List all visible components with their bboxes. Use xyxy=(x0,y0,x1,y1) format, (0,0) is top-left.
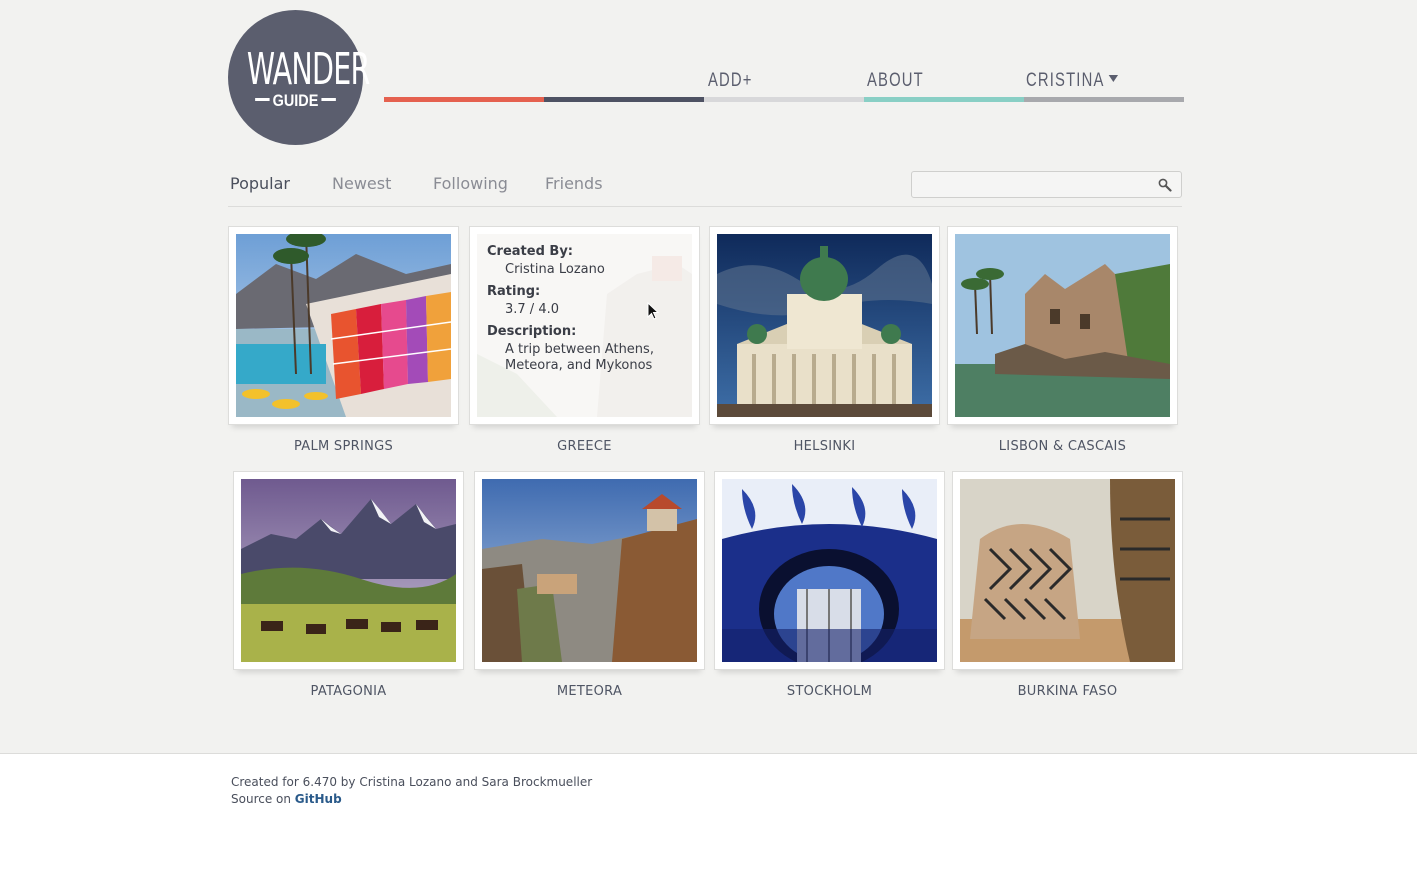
guide-image-meteora[interactable] xyxy=(482,479,697,662)
guide-card-stockholm[interactable]: STOCKHOLM xyxy=(714,471,945,699)
search-input[interactable] xyxy=(912,172,1152,197)
guide-title[interactable]: PATAGONIA xyxy=(233,684,464,699)
created-by-label: Created By: xyxy=(487,244,573,259)
search-box xyxy=(911,171,1182,198)
nav-stripe-5 xyxy=(1024,97,1184,102)
github-link[interactable]: GitHub xyxy=(295,792,342,806)
nav-user-label: CRISTINA xyxy=(1026,70,1105,91)
guide-image-greece[interactable]: Created By: Cristina Lozano Rating: 3.7 … xyxy=(477,234,692,417)
footer-credit: Created for 6.470 by Cristina Lozano and… xyxy=(231,775,593,789)
guide-image-burkina-faso[interactable] xyxy=(960,479,1175,662)
top-nav: ADD+ ABOUT CRISTINA xyxy=(384,60,1184,102)
guide-title[interactable]: BURKINA FASO xyxy=(952,684,1183,699)
guide-image-lisbon-cascais[interactable] xyxy=(955,234,1170,417)
description-label: Description: xyxy=(487,324,577,339)
logo[interactable]: WANDER GUIDE xyxy=(228,10,370,145)
nav-stripe-4 xyxy=(864,97,1024,102)
nav-stripe-2 xyxy=(544,97,704,102)
tab-following[interactable]: Following xyxy=(433,174,508,193)
guide-title[interactable]: HELSINKI xyxy=(709,439,940,454)
guide-image-palm-springs[interactable] xyxy=(236,234,451,417)
guide-title[interactable]: LISBON & CASCAIS xyxy=(947,439,1178,454)
tab-popular[interactable]: Popular xyxy=(230,174,290,193)
tab-newest[interactable]: Newest xyxy=(332,174,391,193)
tab-friends[interactable]: Friends xyxy=(545,174,603,193)
guide-image-helsinki[interactable] xyxy=(717,234,932,417)
created-by-value: Cristina Lozano xyxy=(505,262,605,277)
guide-card-burkina-faso[interactable]: BURKINA FASO xyxy=(952,471,1183,699)
guide-title[interactable]: PALM SPRINGS xyxy=(228,439,459,454)
nav-stripe-3 xyxy=(704,97,864,102)
nav-user-menu[interactable]: CRISTINA xyxy=(1026,70,1118,92)
guide-title[interactable]: GREECE xyxy=(469,439,700,454)
guide-card-greece[interactable]: Created By: Cristina Lozano Rating: 3.7 … xyxy=(469,226,700,454)
mouse-cursor-icon xyxy=(647,302,659,320)
guide-card-patagonia[interactable]: PATAGONIA xyxy=(233,471,464,699)
rating-label: Rating: xyxy=(487,284,541,299)
nav-about-link[interactable]: ABOUT xyxy=(867,70,924,92)
search-icon[interactable] xyxy=(1158,178,1172,192)
footer-source-prefix: Source on xyxy=(231,792,295,806)
description-value: A trip between Athens, Meteora, and Myko… xyxy=(505,342,654,373)
nav-stripe-1 xyxy=(384,97,544,102)
logo-line-1: WANDER xyxy=(246,44,370,95)
guide-card-helsinki[interactable]: HELSINKI xyxy=(709,226,940,454)
footer: Created for 6.470 by Cristina Lozano and… xyxy=(0,753,1417,892)
guide-details-overlay[interactable]: Created By: Cristina Lozano Rating: 3.7 … xyxy=(477,234,692,417)
guide-title[interactable]: METEORA xyxy=(474,684,705,699)
guide-image-stockholm[interactable] xyxy=(722,479,937,662)
footer-source: Source on GitHub xyxy=(231,792,342,806)
nav-add-link[interactable]: ADD+ xyxy=(708,70,753,92)
guide-card-meteora[interactable]: METEORA xyxy=(474,471,705,699)
guide-card-lisbon-cascais[interactable]: LISBON & CASCAIS xyxy=(947,226,1178,454)
guide-card-palm-springs[interactable]: PALM SPRINGS xyxy=(228,226,459,454)
guide-image-patagonia[interactable] xyxy=(241,479,456,662)
logo-line-2: GUIDE xyxy=(238,92,353,110)
caret-down-icon xyxy=(1108,75,1118,83)
guide-title[interactable]: STOCKHOLM xyxy=(714,684,945,699)
tabs-divider xyxy=(228,206,1182,207)
